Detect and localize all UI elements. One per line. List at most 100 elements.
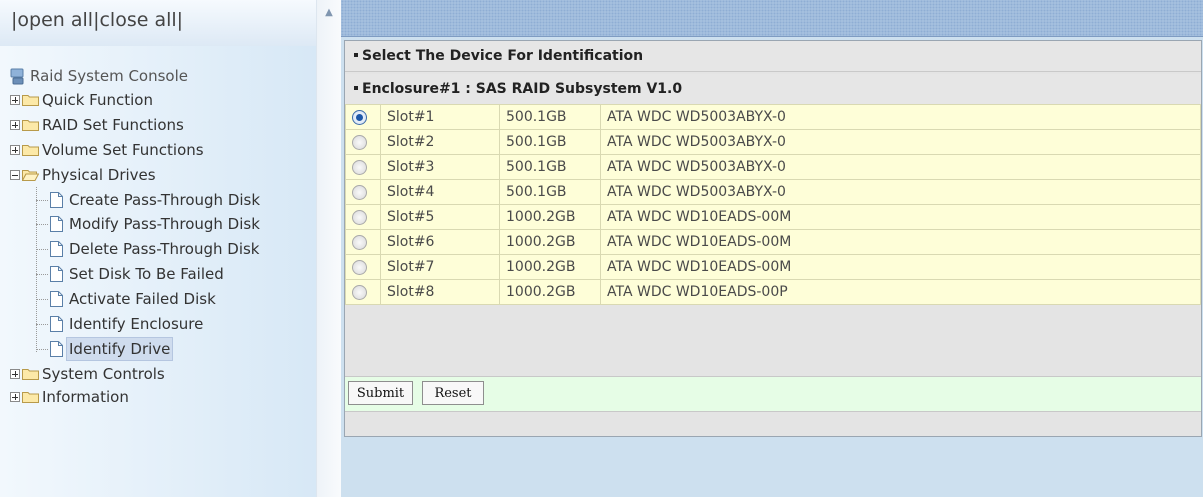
document-icon [50, 316, 63, 332]
slot-model: ATA WDC WD5003ABYX-0 [600, 104, 1201, 130]
tree-node-label: Information [42, 388, 129, 406]
slot-row[interactable]: Slot#3 500.1GB ATA WDC WD5003ABYX-0 [345, 154, 1201, 180]
bullet-icon [354, 86, 358, 90]
expand-icon[interactable] [10, 392, 20, 402]
expand-icon[interactable] [10, 369, 20, 379]
slot-row[interactable]: Slot#2 500.1GB ATA WDC WD5003ABYX-0 [345, 129, 1201, 155]
close-all-link[interactable]: close all [99, 9, 176, 31]
tree-connector [36, 187, 37, 352]
slot-row[interactable]: Slot#7 1000.2GB ATA WDC WD10EADS-00M [345, 254, 1201, 280]
open-all-link[interactable]: open all [17, 9, 93, 31]
slot-capacity: 500.1GB [499, 104, 601, 130]
expand-icon[interactable] [10, 145, 20, 155]
slot-radio-button[interactable] [352, 234, 367, 250]
slot-row[interactable]: Slot#5 1000.2GB ATA WDC WD10EADS-00M [345, 204, 1201, 230]
folder-icon [22, 369, 39, 380]
slot-capacity: 1000.2GB [499, 279, 601, 305]
slot-radio-button[interactable] [352, 184, 367, 200]
slot-model: ATA WDC WD5003ABYX-0 [600, 179, 1201, 205]
section-header: Select The Device For Identification [345, 41, 1201, 72]
slot-model: ATA WDC WD10EADS-00M [600, 229, 1201, 255]
slot-model: ATA WDC WD10EADS-00M [600, 254, 1201, 280]
slot-model: ATA WDC WD10EADS-00M [600, 204, 1201, 230]
document-icon [50, 216, 63, 232]
slot-label: Slot#6 [380, 229, 500, 255]
document-icon [50, 266, 63, 282]
section-title: Select The Device For Identification [362, 48, 644, 64]
tree-node-label: Physical Drives [42, 166, 156, 184]
slot-label: Slot#1 [380, 104, 500, 130]
slot-capacity: 500.1GB [499, 129, 601, 155]
content-frame: Select The Device For Identification Enc… [341, 0, 1203, 497]
slot-capacity: 500.1GB [499, 179, 601, 205]
tree-item-label: Activate Failed Disk [69, 290, 216, 308]
folder-icon [22, 145, 39, 156]
bullet-icon [354, 53, 358, 57]
raid-console-icon [10, 68, 24, 85]
tree-item-label: Identify Drive [66, 337, 174, 361]
folder-icon [22, 392, 39, 403]
slot-row[interactable]: Slot#6 1000.2GB ATA WDC WD10EADS-00M [345, 229, 1201, 255]
navigation-tree-frame: |open all|close all| Raid System Console… [0, 0, 316, 497]
tree-item-label: Create Pass-Through Disk [69, 191, 261, 209]
slot-model: ATA WDC WD5003ABYX-0 [600, 154, 1201, 180]
slot-row[interactable]: Slot#4 500.1GB ATA WDC WD5003ABYX-0 [345, 179, 1201, 205]
folder-icon [22, 120, 39, 131]
tree-item-label: Identify Enclosure [69, 315, 204, 333]
scroll-up-arrow-icon[interactable]: ▲ [317, 0, 341, 26]
expand-icon[interactable] [10, 120, 20, 130]
slot-capacity: 1000.2GB [499, 254, 601, 280]
slot-radio-button[interactable] [352, 109, 367, 125]
slot-radio-cell [345, 204, 381, 230]
slot-capacity: 1000.2GB [499, 204, 601, 230]
slot-radio-cell [345, 154, 381, 180]
slot-row[interactable]: Slot#1 500.1GB ATA WDC WD5003ABYX-0 [345, 104, 1201, 130]
slot-label: Slot#5 [380, 204, 500, 230]
slot-table: Slot#1 500.1GB ATA WDC WD5003ABYX-0 Slot#2 5… [345, 104, 1201, 305]
tree-node-label: Volume Set Functions [42, 141, 204, 159]
slot-radio-cell [345, 229, 381, 255]
open-close-links: |open all|close all| [11, 9, 184, 31]
tree-item-label: Delete Pass-Through Disk [69, 240, 260, 258]
tree-root-label: Raid System Console [30, 67, 188, 85]
content-header-banner [341, 0, 1203, 37]
slot-radio-button[interactable] [352, 209, 367, 225]
tree-item-label: Modify Pass-Through Disk [69, 215, 260, 233]
tree-node-label: System Controls [42, 365, 165, 383]
open-folder-icon [22, 170, 39, 181]
slot-capacity: 1000.2GB [499, 229, 601, 255]
slot-radio-button[interactable] [352, 159, 367, 175]
slot-radio-cell [345, 129, 381, 155]
slot-label: Slot#7 [380, 254, 500, 280]
slot-radio-cell [345, 254, 381, 280]
slot-radio-button[interactable] [352, 134, 367, 150]
expand-icon[interactable] [10, 95, 20, 105]
tree-item-label: Set Disk To Be Failed [69, 265, 224, 283]
slot-model: ATA WDC WD5003ABYX-0 [600, 129, 1201, 155]
slot-label: Slot#8 [380, 279, 500, 305]
folder-icon [22, 95, 39, 106]
collapse-icon[interactable] [10, 170, 20, 180]
slot-capacity: 500.1GB [499, 154, 601, 180]
slot-radio-cell [345, 104, 381, 130]
reset-button[interactable]: Reset [422, 381, 484, 405]
form-button-row: Submit Reset [345, 376, 1201, 412]
slot-row[interactable]: Slot#8 1000.2GB ATA WDC WD10EADS-00P [345, 279, 1201, 305]
slot-radio-button[interactable] [352, 284, 367, 300]
tree-scrollbar[interactable]: ▲ [316, 0, 341, 497]
enclosure-title: Enclosure#1 : SAS RAID Subsystem V1.0 [362, 81, 683, 97]
enclosure-header: Enclosure#1 : SAS RAID Subsystem V1.0 [345, 74, 1201, 105]
slot-label: Slot#4 [380, 179, 500, 205]
slot-table-body: Slot#1 500.1GB ATA WDC WD5003ABYX-0 Slot#2 5… [345, 104, 1201, 305]
document-icon [50, 192, 63, 208]
submit-button[interactable]: Submit [348, 381, 413, 405]
slot-model: ATA WDC WD10EADS-00P [600, 279, 1201, 305]
identify-drive-panel: Select The Device For Identification Enc… [344, 40, 1202, 437]
slot-radio-cell [345, 179, 381, 205]
tree-node-label: RAID Set Functions [42, 116, 184, 134]
document-icon [50, 241, 63, 257]
slot-label: Slot#3 [380, 154, 500, 180]
slot-label: Slot#2 [380, 129, 500, 155]
document-icon [50, 341, 63, 357]
slot-radio-button[interactable] [352, 259, 367, 275]
